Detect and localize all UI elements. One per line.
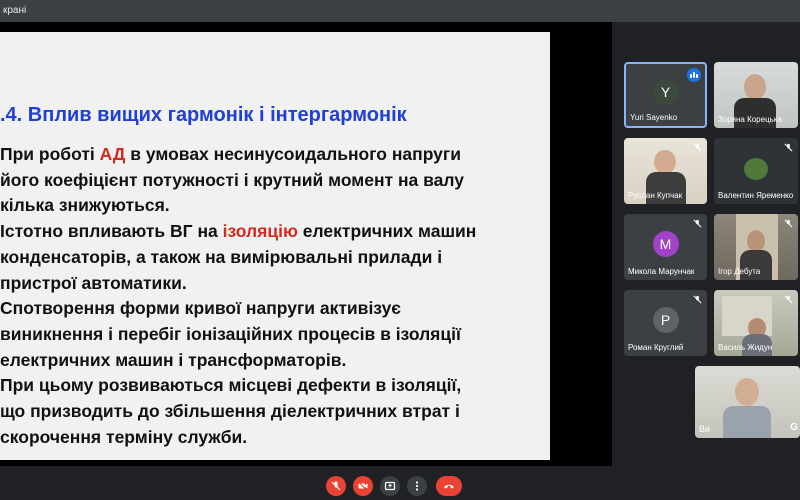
slide-text: Спотворення форми кривої напруги активіз… (0, 298, 401, 319)
slide-text: кілька знижуються. (0, 195, 170, 216)
person-head (747, 230, 765, 252)
participant-tile-ruslan[interactable]: Руслан Купчак (624, 138, 707, 204)
person-head (735, 378, 759, 406)
presentation-stage: .4. Вплив вищих гармонік і інтергармонік… (0, 22, 612, 466)
slide-highlight: АД (99, 144, 126, 164)
corner-label: G (790, 422, 798, 433)
participant-tile-vasyl[interactable]: Василь Жидун (714, 290, 798, 356)
slide-line: При цьому розвиваються місцеві дефекти в… (0, 373, 548, 399)
slide-text: пристрої автоматики. (0, 272, 187, 293)
end-call-button[interactable] (436, 476, 462, 496)
participant-tile-ihor[interactable]: Ігор Дебута (714, 214, 798, 280)
slide-line: конденсаторів, а також на вимірювальні п… (0, 245, 548, 271)
slide-text: При роботі (0, 144, 100, 164)
call-controls (0, 466, 800, 500)
participant-tile-yuri[interactable]: Y Yuri Sayenko (624, 62, 707, 128)
more-icon (415, 481, 419, 491)
slide-text: що призводить до збільшення діелектрични… (0, 401, 460, 422)
camera-off-icon (358, 481, 368, 491)
slide-line: що призводить до збільшення діелектрични… (0, 399, 548, 425)
slide-text: електричних машин (297, 221, 477, 242)
mic-toggle-button[interactable] (326, 476, 346, 496)
slide-text: його коефіцієнт потужності і крутний мом… (0, 169, 465, 190)
participant-name: Yuri Sayenko (630, 113, 678, 122)
mic-off-icon (693, 143, 702, 152)
slide-line: пристрої автоматики. (0, 271, 548, 297)
avatar: P (652, 307, 679, 333)
participant-tile-zoriana[interactable]: Зоряна Корецька (714, 62, 798, 128)
present-button[interactable] (380, 476, 400, 496)
participant-tile-mykola[interactable]: M Микола Марунчак (624, 214, 707, 280)
slide-body: При роботі АД в умовах несинусоидального… (0, 142, 548, 450)
participant-name: Зоряна Корецька (718, 115, 782, 124)
mic-off-icon (693, 295, 702, 304)
slide-text: При цьому розвиваються місцеві дефекти в… (0, 375, 462, 396)
slide-line: При роботі АД в умовах несинусоидального… (0, 142, 548, 168)
slide-line: Спотворення форми кривої напруги активіз… (0, 296, 548, 322)
slide-line: кілька знижуються. (0, 193, 548, 219)
end-call-icon (444, 484, 454, 489)
person-head (744, 74, 766, 100)
mic-off-icon (784, 295, 793, 304)
camera-toggle-button[interactable] (353, 476, 373, 496)
slide-line: електричних машин і трансформаторів. (0, 348, 548, 374)
slide-text: електричних машин і трансформаторів. (0, 349, 347, 370)
top-bar: крані (0, 0, 800, 22)
avatar: M (652, 231, 679, 257)
slide-text: в умовах несинусоидального напруги (125, 144, 461, 164)
participant-name: Ви (699, 424, 711, 434)
participant-tile-roman[interactable]: P Роман Круглий (624, 290, 707, 356)
slide-text: конденсаторів, а також на вимірювальні п… (0, 246, 443, 267)
avatar: Y (652, 79, 679, 105)
participant-tile-self[interactable]: Ви G (695, 366, 800, 438)
slide-line: його коефіцієнт потужності і крутний мом… (0, 168, 548, 194)
slide-line: Істотно впливають ВГ на ізоляцію електри… (0, 219, 548, 245)
slide-highlight: ізоляцію (222, 221, 298, 242)
participant-name: Валентин Яременко (718, 191, 794, 200)
avatar-photo (744, 158, 768, 180)
mic-off-icon (693, 219, 702, 228)
participant-name: Микола Марунчак (628, 267, 695, 276)
slide-text: виникнення і перебіг іонізаційних процес… (0, 323, 461, 344)
slide-text: скорочення терміну служби. (0, 426, 248, 447)
speaking-indicator-icon (687, 68, 701, 82)
slide: .4. Вплив вищих гармонік і інтергармонік… (0, 32, 550, 460)
participant-name: Руслан Купчак (628, 191, 683, 200)
slide-line: виникнення і перебіг іонізаційних процес… (0, 322, 548, 348)
window-title: крані (3, 5, 27, 16)
camera-feed (695, 366, 800, 438)
present-icon (384, 481, 396, 491)
person-body (723, 406, 771, 438)
mic-off-icon (784, 219, 793, 228)
slide-text: Істотно впливають ВГ на (0, 221, 223, 242)
more-options-button[interactable] (407, 476, 427, 496)
slide-title: .4. Вплив вищих гармонік і інтергармонік (0, 104, 407, 126)
participant-name: Роман Круглий (628, 343, 684, 352)
mic-off-icon (784, 143, 793, 152)
participant-name: Василь Жидун (718, 343, 773, 352)
participant-tile-valentyn[interactable]: Валентин Яременко (714, 138, 798, 204)
person-head (654, 150, 676, 174)
mic-off-icon (331, 481, 341, 491)
slide-line: скорочення терміну служби. (0, 425, 548, 451)
participant-name: Ігор Дебута (718, 267, 761, 276)
